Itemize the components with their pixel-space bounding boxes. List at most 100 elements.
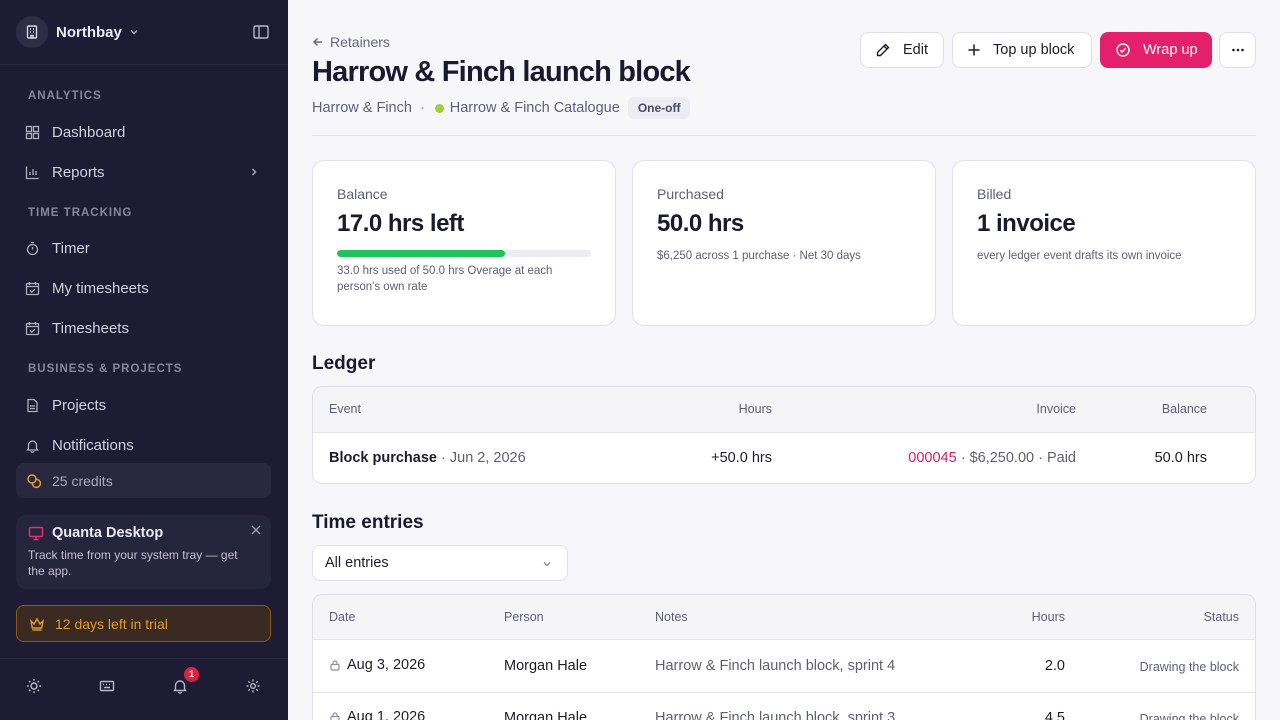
lock-icon xyxy=(329,659,341,671)
entry-hours: 2.0 xyxy=(1044,658,1065,674)
chevron-right-icon xyxy=(248,166,260,178)
close-icon[interactable] xyxy=(251,525,261,535)
page-title: Harrow & Finch launch block xyxy=(312,56,691,88)
client-link[interactable]: Harrow & Finch xyxy=(312,100,412,116)
document-icon xyxy=(24,397,40,413)
sidebar-item-my-timesheets[interactable]: My timesheets xyxy=(16,270,272,306)
sidebar-toggle-icon[interactable] xyxy=(251,22,271,42)
chart-icon xyxy=(24,164,40,180)
promo-text: Track time from your system tray — get t… xyxy=(28,548,238,578)
ledger-balance: 50.0 hrs xyxy=(1154,450,1207,466)
billed-card: Billed 1 invoice every ledger event draf… xyxy=(952,160,1256,326)
sidebar-item-timer[interactable]: Timer xyxy=(16,230,272,266)
billed-subtext: every ledger event drafts its own invoic… xyxy=(977,250,1182,262)
back-link-label: Retainers xyxy=(330,34,390,50)
entries-filter-value: All entries xyxy=(325,555,389,571)
top-up-button-label: Top up block xyxy=(993,42,1075,58)
table-row: Block purchase · Jun 2, 2026 xyxy=(329,450,526,466)
dashboard-icon xyxy=(24,124,40,140)
invoice-link[interactable]: 000045 xyxy=(908,450,956,466)
crown-icon xyxy=(29,616,45,632)
sidebar-item-label: Reports xyxy=(52,163,105,181)
notification-badge: 1 xyxy=(184,667,199,682)
balance-card: Balance 17.0 hrs left 33.0 hrs used of 5… xyxy=(312,160,616,326)
sidebar-item-label: Dashboard xyxy=(52,123,126,141)
coins-icon xyxy=(26,473,42,489)
table-row[interactable]: Aug 3, 2026 xyxy=(329,657,425,673)
lock-icon xyxy=(329,711,341,720)
trial-banner[interactable]: 12 days left in trial xyxy=(16,605,271,642)
sidebar-item-label: Timesheets xyxy=(52,319,129,337)
sidebar-item-notifications[interactable]: Notifications xyxy=(16,427,272,463)
table-header xyxy=(313,595,1255,640)
workspace-name: Northbay xyxy=(56,23,122,41)
pencil-icon xyxy=(876,43,890,57)
row-divider xyxy=(313,639,1255,640)
wrap-up-button-label: Wrap up xyxy=(1143,42,1198,58)
building-icon xyxy=(16,16,48,48)
sidebar-item-label: My timesheets xyxy=(52,279,149,297)
column-header-status: Status xyxy=(1203,610,1239,624)
sidebar: Northbay ANALYTICS Dashboard Reports TIM… xyxy=(0,0,288,720)
sidebar-item-projects[interactable]: Projects xyxy=(16,387,272,423)
separator: · xyxy=(419,100,425,116)
plus-icon xyxy=(968,44,980,56)
balance-subtext: 33.0 hrs used of 50.0 hrs Overage at eac… xyxy=(337,265,553,293)
check-circle-icon xyxy=(1116,43,1130,57)
back-link[interactable]: Retainers xyxy=(312,34,390,50)
balance-label: Balance xyxy=(337,186,388,202)
desktop-app-promo[interactable]: Quanta Desktop Track time from your syst… xyxy=(16,515,271,589)
sidebar-item-timesheets[interactable]: Timesheets xyxy=(16,310,272,346)
gear-icon[interactable] xyxy=(245,678,261,694)
stopwatch-icon xyxy=(24,240,40,256)
section-business-projects: BUSINESS & PROJECTS xyxy=(28,363,183,375)
sidebar-divider xyxy=(0,64,288,65)
more-options-button[interactable] xyxy=(1219,32,1256,68)
sidebar-item-label: Projects xyxy=(52,396,107,414)
entry-date: Aug 3, 2026 xyxy=(347,657,426,673)
sidebar-item-label: Timer xyxy=(52,239,90,257)
entry-person: Morgan Hale xyxy=(504,658,588,674)
time-entries-heading: Time entries xyxy=(312,512,424,533)
keyboard-icon[interactable] xyxy=(99,678,115,694)
entries-filter-select[interactable]: All entries xyxy=(312,545,568,581)
trial-label: 12 days left in trial xyxy=(55,615,168,632)
entry-hours: 4.5 xyxy=(1044,710,1065,720)
sidebar-divider xyxy=(0,658,288,659)
table-row[interactable]: Aug 1, 2026 xyxy=(329,709,425,720)
time-entries-table: Date Person Notes Hours Status Aug 3, 20… xyxy=(312,594,1256,720)
entry-person: Morgan Hale xyxy=(504,710,588,720)
main-content: Retainers Harrow & Finch launch block Ha… xyxy=(288,0,1280,720)
credits-button[interactable]: 25 credits xyxy=(16,463,271,498)
section-time-tracking: TIME TRACKING xyxy=(28,207,133,219)
ledger-hours: +50.0 hrs xyxy=(711,450,772,466)
entry-notes: Harrow & Finch launch block, sprint 4 xyxy=(655,658,896,674)
promo-title: Quanta Desktop xyxy=(52,525,164,541)
entry-status: Drawing the block xyxy=(1139,712,1239,720)
calendar-check-icon xyxy=(24,320,40,336)
project-link[interactable]: Harrow & Finch Catalogue xyxy=(450,100,620,116)
entry-status: Drawing the block xyxy=(1139,660,1239,674)
balance-progress-bar xyxy=(337,250,591,257)
purchased-card: Purchased 50.0 hrs $6,250 across 1 purch… xyxy=(632,160,936,326)
purchased-label: Purchased xyxy=(657,186,724,202)
credits-label: 25 credits xyxy=(52,472,113,489)
project-color-dot xyxy=(434,103,444,113)
wrap-up-button[interactable]: Wrap up xyxy=(1100,32,1212,68)
billed-label: Billed xyxy=(977,186,1012,202)
workspace-switcher[interactable]: Northbay xyxy=(16,16,140,48)
ledger-table: Event Hours Invoice Balance Block purcha… xyxy=(312,386,1256,484)
sidebar-item-dashboard[interactable]: Dashboard xyxy=(16,114,272,150)
balance-progress-fill xyxy=(337,250,505,257)
column-header-invoice: Invoice xyxy=(1036,402,1076,416)
top-up-block-button[interactable]: Top up block xyxy=(952,32,1092,68)
sidebar-item-reports[interactable]: Reports xyxy=(16,154,272,190)
notifications-bell-icon[interactable] xyxy=(172,678,188,694)
column-header-hours: Hours xyxy=(738,402,772,416)
column-header-date: Date xyxy=(329,610,356,624)
sun-icon[interactable] xyxy=(26,678,42,694)
column-header-hours: Hours xyxy=(1031,610,1065,624)
edit-button[interactable]: Edit xyxy=(860,32,944,68)
section-analytics: ANALYTICS xyxy=(28,90,102,102)
table-header xyxy=(313,387,1255,432)
